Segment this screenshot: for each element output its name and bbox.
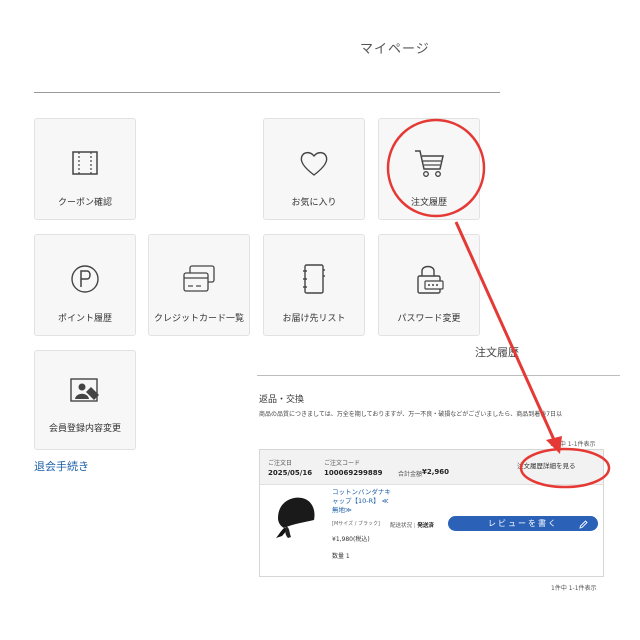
- returns-text: 商品の品質につきましては、万全を期しておりますが、万一不良・破損などがございまし…: [259, 411, 563, 418]
- page-title: マイページ: [360, 42, 430, 57]
- tile-password[interactable]: パスワード変更: [378, 234, 480, 336]
- tile-points[interactable]: ポイント履歴: [34, 234, 136, 336]
- tile-credit-cards[interactable]: クレジットカード一覧: [148, 234, 250, 336]
- write-review-label: レビューを書く: [488, 519, 558, 528]
- product-quantity: 数量 1: [332, 553, 350, 560]
- shipping-status-label: 配送状況: [390, 523, 413, 529]
- tile-addresses-label: お届け先リスト: [282, 314, 346, 324]
- returns-title: 返品・交換: [259, 395, 305, 405]
- shipping-status: 配送状況 | 発送済: [390, 523, 434, 529]
- order-total-label: 合計金額: [398, 471, 423, 478]
- cart-icon: [379, 143, 479, 183]
- order-date: 2025/05/16: [268, 469, 313, 477]
- title-divider: [34, 92, 500, 93]
- order-detail-button[interactable]: 注文履歴詳細を見る: [517, 460, 576, 470]
- order-card-header: ご注文日 2025/05/16 ご注文コード 100069299889 合計金額…: [260, 450, 603, 485]
- pencil-icon: [579, 519, 588, 529]
- tile-member-info[interactable]: 会員登録内容変更: [34, 350, 136, 450]
- tile-coupon-label: クーポン確認: [57, 198, 112, 208]
- order-history-title: 注文履歴: [475, 346, 519, 359]
- tile-password-label: パスワード変更: [397, 314, 461, 324]
- withdraw-link[interactable]: 退会手続き: [34, 458, 89, 474]
- product-name-link[interactable]: コットンバンダナキャップ【10-R】 ≪無地≫: [332, 488, 394, 515]
- order-code: 100069299889: [324, 469, 383, 477]
- tile-order-history[interactable]: 注文履歴: [378, 118, 480, 220]
- result-count-top: 1件中 1-1件表示: [550, 441, 596, 448]
- shipping-status-value: 発送済: [417, 523, 434, 529]
- tile-addresses[interactable]: お届け先リスト: [263, 234, 365, 336]
- lock-icon: [379, 259, 479, 299]
- tile-credit-cards-label: クレジットカード一覧: [153, 314, 244, 324]
- order-code-label: ご注文コード: [324, 460, 361, 467]
- order-date-label: ご注文日: [268, 460, 293, 467]
- tile-coupon[interactable]: クーポン確認: [34, 118, 136, 220]
- profile-icon: [35, 371, 135, 411]
- product-price: ¥1,980(税込): [332, 536, 370, 543]
- tile-favorites-label: お気に入り: [291, 198, 337, 208]
- write-review-button[interactable]: レビューを書く: [448, 516, 598, 531]
- product-variant: [Mサイズ / ブラック]: [332, 521, 380, 527]
- tile-favorites[interactable]: お気に入り: [263, 118, 365, 220]
- heart-icon: [264, 143, 364, 183]
- tile-points-label: ポイント履歴: [57, 314, 112, 324]
- product-image[interactable]: [272, 492, 320, 538]
- tile-member-info-label: 会員登録内容変更: [48, 424, 121, 434]
- address-book-icon: [264, 259, 364, 299]
- credit-card-icon: [149, 259, 249, 299]
- result-count-bottom: 1件中 1-1件表示: [551, 585, 597, 592]
- order-card: ご注文日 2025/05/16 ご注文コード 100069299889 合計金額…: [259, 449, 604, 577]
- tile-order-history-label: 注文履歴: [410, 198, 447, 208]
- point-icon: [35, 259, 135, 299]
- order-total: ¥2,960: [422, 468, 450, 476]
- order-history-divider: [257, 375, 620, 376]
- ticket-icon: [35, 143, 135, 183]
- order-history-panel: 注文履歴 返品・交換 商品の品質につきましては、万全を期しておりますが、万一不良…: [257, 340, 640, 640]
